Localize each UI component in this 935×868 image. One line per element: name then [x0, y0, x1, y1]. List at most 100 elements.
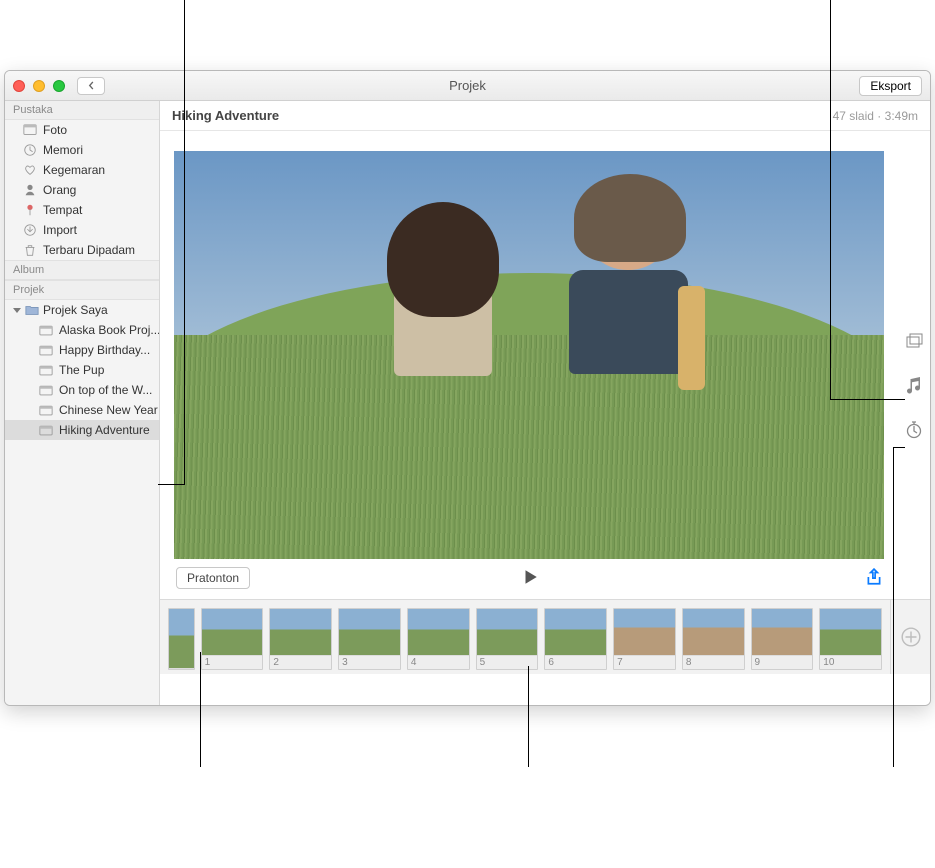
sidebar: Pustaka Foto Memori Kegemaran Orang: [5, 101, 160, 705]
sidebar-section-projects: Projek: [5, 280, 159, 300]
zoom-window-button[interactable]: [53, 80, 65, 92]
project-label: Happy Birthday...: [59, 343, 150, 357]
share-icon: [865, 568, 883, 586]
project-label: The Pup: [59, 363, 104, 377]
project-label: Hiking Adventure: [59, 423, 150, 437]
project-label: Chinese New Year: [59, 403, 158, 417]
sidebar-item-recently-deleted[interactable]: Terbaru Dipadam: [5, 240, 159, 260]
duration-button[interactable]: [903, 419, 925, 441]
sidebar-item-label: Kegemaran: [43, 163, 105, 177]
thumbnail-number: 7: [614, 656, 675, 669]
stopwatch-icon: [904, 420, 924, 440]
music-button[interactable]: [903, 375, 925, 397]
sidebar-item-places[interactable]: Tempat: [5, 200, 159, 220]
titlebar: Projek Eksport: [5, 71, 930, 101]
thumbnail[interactable]: 5: [476, 608, 539, 670]
project-label: Alaska Book Proj...: [59, 323, 159, 337]
thumbnail[interactable]: 1: [201, 608, 264, 670]
sidebar-item-label: Orang: [43, 183, 76, 197]
project-label: On top of the W...: [59, 383, 152, 397]
sidebar-item-label: Tempat: [43, 203, 82, 217]
thumbnail[interactable]: 7: [613, 608, 676, 670]
sidebar-project-item[interactable]: Happy Birthday...: [5, 340, 159, 360]
sidebar-item-label: Import: [43, 223, 77, 237]
project-title: Hiking Adventure: [172, 108, 833, 123]
person-illustration: [543, 177, 713, 437]
slideshow-icon: [39, 365, 53, 376]
thumbnail-number: 1: [202, 656, 263, 669]
sidebar-item-photos[interactable]: Foto: [5, 120, 159, 140]
slideshow-icon: [39, 345, 53, 356]
app-window: Projek Eksport Pustaka Foto Memori Kegem…: [4, 70, 931, 706]
close-window-button[interactable]: [13, 80, 25, 92]
sidebar-project-item[interactable]: Alaska Book Proj...: [5, 320, 159, 340]
photo-icon: [23, 123, 37, 137]
thumbnail[interactable]: 2: [269, 608, 332, 670]
chevron-down-icon: [13, 308, 21, 313]
trash-icon: [23, 243, 37, 257]
slide-count: 47 slaid: [833, 109, 874, 123]
window-controls: [13, 80, 65, 92]
thumbnail[interactable]: 8: [682, 608, 745, 670]
person-illustration: [373, 207, 513, 437]
music-icon: [904, 376, 924, 396]
preview-controls: Pratonton: [174, 559, 885, 593]
thumbnail[interactable]: 9: [751, 608, 814, 670]
thumbnail[interactable]: 4: [407, 608, 470, 670]
sidebar-project-item-selected[interactable]: Hiking Adventure: [5, 420, 159, 440]
sidebar-section-library: Pustaka: [5, 101, 159, 120]
thumbnail-number: 10: [820, 656, 881, 669]
thumbnail-strip: 1 2 3 4 5 6 7 8 9 10: [160, 599, 930, 674]
share-button[interactable]: [865, 568, 883, 589]
theme-button[interactable]: [903, 331, 925, 353]
slideshow-tools: [898, 101, 930, 630]
sidebar-item-people[interactable]: Orang: [5, 180, 159, 200]
clock-icon: [23, 143, 37, 157]
thumbnails[interactable]: 1 2 3 4 5 6 7 8 9 10: [160, 600, 890, 674]
sidebar-section-album: Album: [5, 260, 159, 280]
slideshow-icon: [39, 425, 53, 436]
chevron-left-icon: [87, 81, 96, 90]
minimize-window-button[interactable]: [33, 80, 45, 92]
sidebar-item-label: Memori: [43, 143, 83, 157]
sidebar-my-projects-folder[interactable]: Projek Saya: [5, 300, 159, 320]
thumbnail-number: 6: [545, 656, 606, 669]
window-title: Projek: [5, 78, 930, 93]
sidebar-item-label: Foto: [43, 123, 67, 137]
preview-button[interactable]: Pratonton: [176, 567, 250, 589]
thumbnail-partial[interactable]: [168, 608, 195, 670]
thumbnail-number: 8: [683, 656, 744, 669]
sidebar-project-item[interactable]: The Pup: [5, 360, 159, 380]
slideshow-icon: [39, 325, 53, 336]
play-icon: [521, 568, 539, 586]
main-content: Hiking Adventure 47 slaid · 3:49m: [160, 101, 930, 705]
sidebar-item-label: Terbaru Dipadam: [43, 243, 135, 257]
thumbnail[interactable]: 6: [544, 608, 607, 670]
slide-preview-area: Pratonton: [160, 131, 930, 599]
thumbnail-number: 3: [339, 656, 400, 669]
sidebar-project-item[interactable]: On top of the W...: [5, 380, 159, 400]
heart-icon: [23, 163, 37, 177]
sidebar-item-favorites[interactable]: Kegemaran: [5, 160, 159, 180]
slideshow-icon: [39, 385, 53, 396]
thumbnail-number: 9: [752, 656, 813, 669]
thumbnail-number: 4: [408, 656, 469, 669]
person-icon: [23, 183, 37, 197]
project-header: Hiking Adventure 47 slaid · 3:49m: [160, 101, 930, 131]
slide-preview[interactable]: [174, 151, 884, 559]
thumbnail-number: 2: [270, 656, 331, 669]
theme-icon: [904, 332, 924, 352]
slideshow-icon: [39, 405, 53, 416]
sidebar-project-item[interactable]: Chinese New Year: [5, 400, 159, 420]
thumbnail[interactable]: 3: [338, 608, 401, 670]
thumbnail[interactable]: 10: [819, 608, 882, 670]
export-button[interactable]: Eksport: [859, 76, 922, 96]
back-button[interactable]: [77, 77, 105, 95]
pin-icon: [23, 203, 37, 217]
play-button[interactable]: [521, 568, 539, 589]
folder-icon: [25, 304, 39, 316]
sidebar-item-import[interactable]: Import: [5, 220, 159, 240]
import-icon: [23, 223, 37, 237]
my-projects-label: Projek Saya: [43, 303, 108, 317]
sidebar-item-memories[interactable]: Memori: [5, 140, 159, 160]
